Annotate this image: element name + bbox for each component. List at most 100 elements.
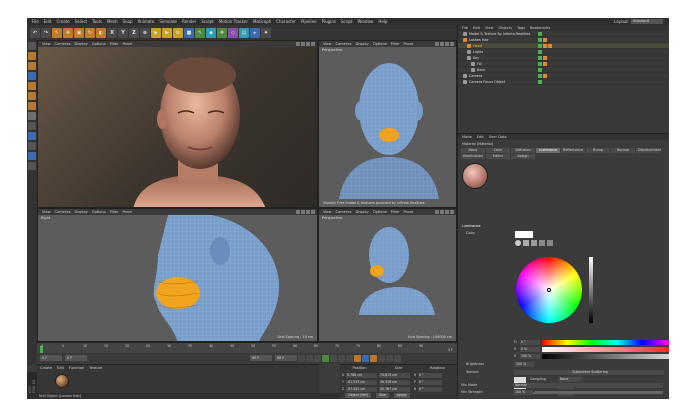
viewport-menu-options[interactable]: Options xyxy=(373,210,387,214)
tag-icon[interactable] xyxy=(538,55,542,60)
viewport-nav-icons[interactable] xyxy=(434,42,454,46)
picture-mode-icon[interactable] xyxy=(531,240,537,246)
viewport-menu-panel[interactable]: Panel xyxy=(123,210,133,214)
move-icon[interactable]: ✥ xyxy=(63,27,73,38)
start-frame-field[interactable]: 0 F xyxy=(40,355,62,361)
z-axis-button[interactable]: Z xyxy=(129,27,139,38)
viewport-menu-view[interactable]: View xyxy=(323,210,332,214)
texture-shader-button[interactable]: Subsurface Scattering xyxy=(514,370,664,375)
scale-key-icon[interactable] xyxy=(386,354,393,362)
value-bar-slider[interactable] xyxy=(542,353,669,359)
saturation-slider[interactable] xyxy=(542,346,669,352)
subdivision-icon[interactable]: ◆ xyxy=(206,27,216,38)
tab-basic[interactable]: Basic xyxy=(461,148,485,153)
object-menu-edit[interactable]: Edit xyxy=(473,26,480,30)
menu-item-edit[interactable]: Edit xyxy=(44,19,52,24)
menu-item-file[interactable]: File xyxy=(32,19,39,24)
viewport-menu-cameras[interactable]: Cameras xyxy=(336,210,352,214)
tab-bump[interactable]: Bump xyxy=(586,148,610,153)
autokey-icon[interactable] xyxy=(362,354,369,362)
saturation-field[interactable]: 0 % xyxy=(520,346,540,352)
object-menu-bookmarks[interactable]: Bookmarks xyxy=(530,26,550,30)
material-menu-texture[interactable]: Texture xyxy=(89,366,102,370)
tab-editor[interactable]: Editor xyxy=(486,154,510,159)
tag-icon[interactable] xyxy=(543,61,547,66)
menu-item-script[interactable]: Script xyxy=(341,19,353,24)
attribute-menu-edit[interactable]: Edit xyxy=(477,135,484,139)
size-field[interactable]: 70.613 cm xyxy=(379,372,410,378)
viewport-menu-display[interactable]: Display xyxy=(356,42,369,46)
timeline-ruler[interactable]: 0 F 0 5 10 15 20 25 30 35 40 45 50 55 60 65 70 75 80 85 90 xyxy=(37,342,457,353)
object-menu-view[interactable]: View xyxy=(485,26,494,30)
record-icon[interactable] xyxy=(354,354,361,362)
tag-icon[interactable] xyxy=(543,43,547,48)
go-to-end-icon[interactable] xyxy=(346,354,353,362)
render-picture-viewer-icon[interactable]: ▶ xyxy=(162,27,172,38)
menu-item-select[interactable]: Select xyxy=(75,19,87,24)
axis-mode-icon[interactable] xyxy=(28,112,36,120)
viewport-top-left[interactable]: View Cameras Display Options Filter Panel xyxy=(37,40,318,208)
tag-icon[interactable] xyxy=(538,43,542,48)
live-selection-icon[interactable]: ↖ xyxy=(52,27,62,38)
brightness-field[interactable]: 100 % xyxy=(514,362,534,367)
previous-frame-icon[interactable] xyxy=(314,354,321,362)
keyframe-selection-icon[interactable] xyxy=(370,354,377,362)
sampling-dropdown[interactable]: None xyxy=(558,377,582,382)
size-field[interactable]: 50.767 cm xyxy=(379,386,410,392)
viewport-nav-icons[interactable] xyxy=(295,42,315,46)
solo-icon[interactable] xyxy=(28,162,36,170)
attribute-menu-user-data[interactable]: User Data xyxy=(489,135,507,139)
menu-item-pipeline[interactable]: Pipeline xyxy=(301,19,317,24)
menu-item-mesh[interactable]: Mesh xyxy=(107,19,118,24)
menu-item-window[interactable]: Window xyxy=(358,19,374,24)
camera-icon[interactable]: ▸ xyxy=(250,27,260,38)
workplane-icon[interactable] xyxy=(28,72,36,80)
tag-icon[interactable] xyxy=(538,31,542,36)
rotation-field[interactable]: 0 ° xyxy=(418,372,442,378)
recent-tools-icon[interactable]: ◐ xyxy=(96,27,106,38)
planar-workplane-icon[interactable] xyxy=(28,152,36,160)
viewport-nav-icons[interactable] xyxy=(295,210,315,214)
tag-icon[interactable] xyxy=(543,55,547,60)
y-axis-button[interactable]: Y xyxy=(118,27,128,38)
menu-item-character[interactable]: Character xyxy=(276,19,296,24)
viewport-menu-panel[interactable]: Panel xyxy=(123,42,133,46)
object-menu-tags[interactable]: Tags xyxy=(517,26,525,30)
tab-diffusion[interactable]: Diffusion xyxy=(511,148,535,153)
tab-displacement[interactable]: Displacement xyxy=(636,148,661,153)
tag-icon[interactable] xyxy=(538,67,542,72)
rotation-field[interactable]: 0 ° xyxy=(418,386,442,392)
viewport-menu-options[interactable]: Options xyxy=(92,210,106,214)
coordinate-system-icon[interactable]: ⊕ xyxy=(140,27,150,38)
locked-workplane-icon[interactable] xyxy=(28,142,36,150)
tab-assign[interactable]: Assign xyxy=(511,154,535,159)
mix-strength-field[interactable]: 100 % xyxy=(513,390,533,395)
viewport-menu-cameras[interactable]: Cameras xyxy=(336,42,352,46)
object-row[interactable]: Camera Focus Object xyxy=(458,79,669,85)
color-wheel-mode-icon[interactable] xyxy=(515,240,521,246)
mix-mode-dropdown[interactable]: Normal xyxy=(513,383,663,388)
viewport-menu-view[interactable]: View xyxy=(42,42,51,46)
viewport-menu-filter[interactable]: Filter xyxy=(110,210,119,214)
mix-strength-slider[interactable] xyxy=(535,391,663,394)
viewport-menu-display[interactable]: Display xyxy=(75,42,88,46)
viewport-menu-options[interactable]: Options xyxy=(92,42,106,46)
menu-item-motion-tracker[interactable]: Motion Tracker xyxy=(219,19,248,24)
cube-icon[interactable]: ■ xyxy=(184,27,194,38)
tab-reflectance[interactable]: Reflectance xyxy=(561,148,585,153)
tag-icon[interactable] xyxy=(538,73,542,78)
tag-icon[interactable] xyxy=(538,79,542,84)
material-menu-function[interactable]: Function xyxy=(69,366,84,370)
menu-item-snap[interactable]: Snap xyxy=(122,19,132,24)
menu-item-animate[interactable]: Animate xyxy=(138,19,155,24)
value-slider[interactable] xyxy=(589,257,593,323)
material-preview-swatch[interactable] xyxy=(55,374,69,388)
tab-color[interactable]: Color xyxy=(486,148,510,153)
menu-item-simulate[interactable]: Simulate xyxy=(159,19,177,24)
tag-icon[interactable] xyxy=(538,61,542,66)
viewport-menu-display[interactable]: Display xyxy=(356,210,369,214)
max-frame-field[interactable]: 90 F xyxy=(275,355,297,361)
viewport-menu-display[interactable]: Display xyxy=(75,210,88,214)
viewport-menu-view[interactable]: View xyxy=(323,42,332,46)
rotation-key-icon[interactable] xyxy=(394,354,401,362)
